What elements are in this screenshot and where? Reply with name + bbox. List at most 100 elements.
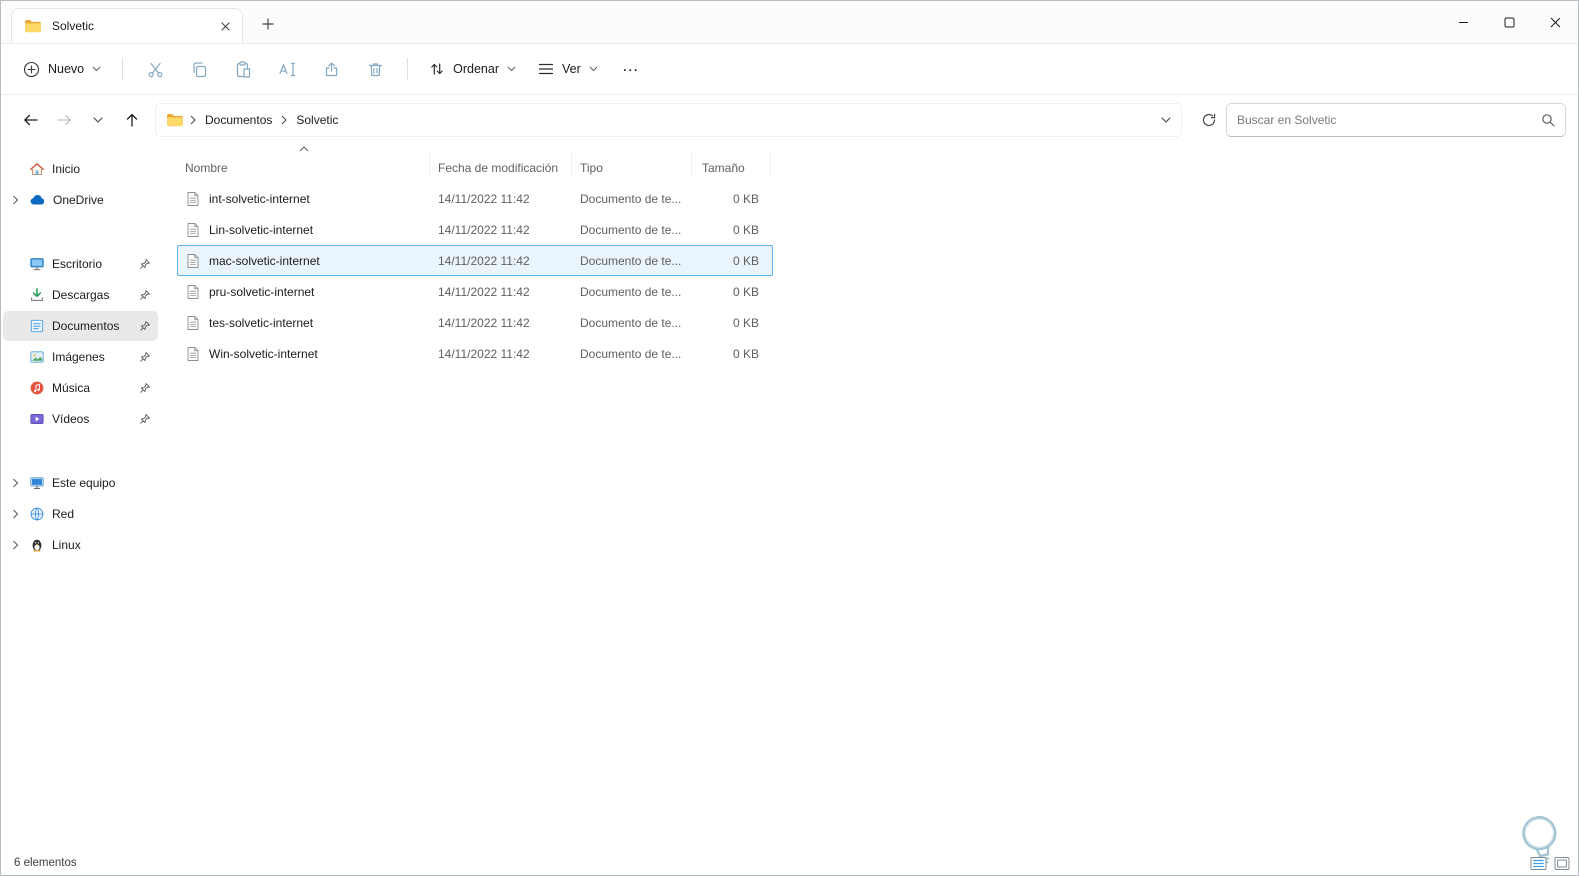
breadcrumb-documentos[interactable]: Documentos [198, 109, 279, 131]
explorer-tab[interactable]: Solvetic [11, 8, 243, 43]
details-view-icon[interactable] [1530, 856, 1547, 871]
chevron-right-icon[interactable] [8, 195, 22, 205]
sidebar-item-label: Este equipo [52, 476, 116, 490]
chevron-right-icon[interactable] [8, 509, 22, 519]
column-header-tamano[interactable]: Tamaño [691, 151, 771, 177]
file-explorer-window: Solvetic Nuevo Ordenar Ver … Documentos … [0, 0, 1579, 876]
chevron-right-icon[interactable] [8, 540, 22, 550]
sidebar-item-musica[interactable]: Música [3, 373, 158, 403]
file-row[interactable]: int-solvetic-internet 14/11/2022 11:42 D… [177, 183, 773, 214]
sidebar-item-inicio[interactable]: Inicio [3, 154, 158, 184]
forward-button[interactable] [47, 104, 81, 136]
tab-close-icon[interactable] [214, 15, 236, 37]
rename-button[interactable] [266, 51, 308, 87]
up-button[interactable] [115, 104, 149, 136]
new-button[interactable]: Nuevo [13, 51, 111, 87]
sidebar-item-videos[interactable]: Vídeos [3, 404, 158, 434]
tab-bar: Solvetic [1, 1, 1578, 44]
sidebar-item-documentos[interactable]: Documentos [3, 311, 158, 341]
file-name: Lin-solvetic-internet [209, 222, 314, 237]
refresh-button[interactable] [1192, 104, 1226, 136]
sidebar-item-label: Red [52, 507, 75, 521]
status-bar: 6 elementos [1, 851, 1578, 875]
view-button[interactable]: Ver [528, 51, 608, 87]
home-icon [29, 161, 45, 177]
file-size: 0 KB [732, 346, 759, 361]
file-row[interactable]: pru-solvetic-internet 14/11/2022 11:42 D… [177, 276, 773, 307]
column-header-nombre[interactable]: Nombre [177, 146, 429, 177]
pin-icon [139, 413, 151, 425]
file-row[interactable]: Lin-solvetic-internet 14/11/2022 11:42 D… [177, 214, 773, 245]
sidebar-item-label: Linux [52, 538, 81, 552]
sidebar-item-label: Música [52, 381, 91, 395]
sidebar-item-label: Imágenes [52, 350, 105, 364]
recent-locations-chevron[interactable] [81, 104, 115, 136]
sidebar-item-descargas[interactable]: Descargas [3, 280, 158, 310]
delete-button[interactable] [354, 51, 396, 87]
maximize-button[interactable] [1486, 1, 1532, 43]
text-file-icon [186, 346, 200, 362]
file-size: 0 KB [732, 284, 759, 299]
cut-button[interactable] [134, 51, 176, 87]
new-plus-icon [23, 61, 40, 78]
videos-icon [29, 411, 45, 427]
share-button[interactable] [310, 51, 352, 87]
column-header-label: Nombre [185, 161, 228, 175]
text-file-icon [186, 315, 200, 331]
sidebar-item-onedrive[interactable]: OneDrive [3, 185, 158, 215]
breadcrumb-chevron-icon [190, 115, 196, 125]
copy-icon [191, 61, 208, 78]
chevron-down-icon [92, 66, 101, 72]
breadcrumb-solvetic[interactable]: Solvetic [289, 109, 345, 131]
column-headers: Nombre Fecha de modificación Tipo Tamaño [177, 146, 1578, 181]
file-size: 0 KB [732, 253, 759, 268]
file-type: Documento de te... [580, 222, 682, 237]
more-options-button[interactable]: … [610, 51, 652, 87]
pin-icon [139, 258, 151, 270]
sort-button[interactable]: Ordenar [419, 51, 526, 87]
column-header-label: Tipo [580, 161, 603, 175]
file-row[interactable]: Win-solvetic-internet 14/11/2022 11:42 D… [177, 338, 773, 369]
file-modified: 14/11/2022 11:42 [438, 346, 530, 361]
file-size: 0 KB [732, 315, 759, 330]
chevron-right-icon[interactable] [8, 478, 22, 488]
minimize-button[interactable] [1440, 1, 1486, 43]
paste-button[interactable] [222, 51, 264, 87]
sidebar-item-imagenes[interactable]: Imágenes [3, 342, 158, 372]
file-type: Documento de te... [580, 253, 682, 268]
new-tab-button[interactable] [253, 9, 283, 39]
sidebar-item-escritorio[interactable]: Escritorio [3, 249, 158, 279]
address-bar[interactable]: Documentos Solvetic [155, 102, 1182, 137]
sidebar-item-linux[interactable]: Linux [3, 530, 158, 560]
column-header-fecha[interactable]: Fecha de modificación [429, 151, 571, 177]
close-button[interactable] [1532, 1, 1578, 43]
file-name: Win-solvetic-internet [209, 346, 318, 361]
file-modified: 14/11/2022 11:42 [438, 191, 530, 206]
search-box[interactable] [1226, 102, 1566, 137]
more-options-icon: … [621, 55, 640, 75]
column-header-label: Tamaño [702, 161, 745, 175]
navigation-bar: Documentos Solvetic [1, 95, 1578, 144]
back-button[interactable] [13, 104, 47, 136]
column-header-tipo[interactable]: Tipo [571, 151, 691, 177]
file-type: Documento de te... [580, 284, 682, 299]
new-button-label: Nuevo [48, 62, 85, 76]
tab-title: Solvetic [52, 19, 95, 33]
breadcrumb-chevron-icon [281, 115, 288, 125]
large-icons-view-icon[interactable] [1554, 856, 1570, 871]
copy-button[interactable] [178, 51, 220, 87]
file-row[interactable]: tes-solvetic-internet 14/11/2022 11:42 D… [177, 307, 773, 338]
address-dropdown-chevron[interactable] [1161, 116, 1171, 123]
sidebar-item-label: OneDrive [53, 193, 104, 207]
sidebar-item-label: Inicio [52, 162, 81, 176]
sidebar-item-red[interactable]: Red [3, 499, 158, 529]
search-input[interactable] [1237, 112, 1533, 127]
file-type: Documento de te... [580, 191, 682, 206]
file-row-selected[interactable]: mac-solvetic-internet 14/11/2022 11:42 D… [177, 245, 773, 276]
text-file-icon [186, 222, 200, 238]
sidebar-item-label: Documentos [52, 319, 120, 333]
sidebar-item-este-equipo[interactable]: Este equipo [3, 468, 158, 498]
file-name: pru-solvetic-internet [209, 284, 315, 299]
file-modified: 14/11/2022 11:42 [438, 315, 530, 330]
file-modified: 14/11/2022 11:42 [438, 222, 530, 237]
